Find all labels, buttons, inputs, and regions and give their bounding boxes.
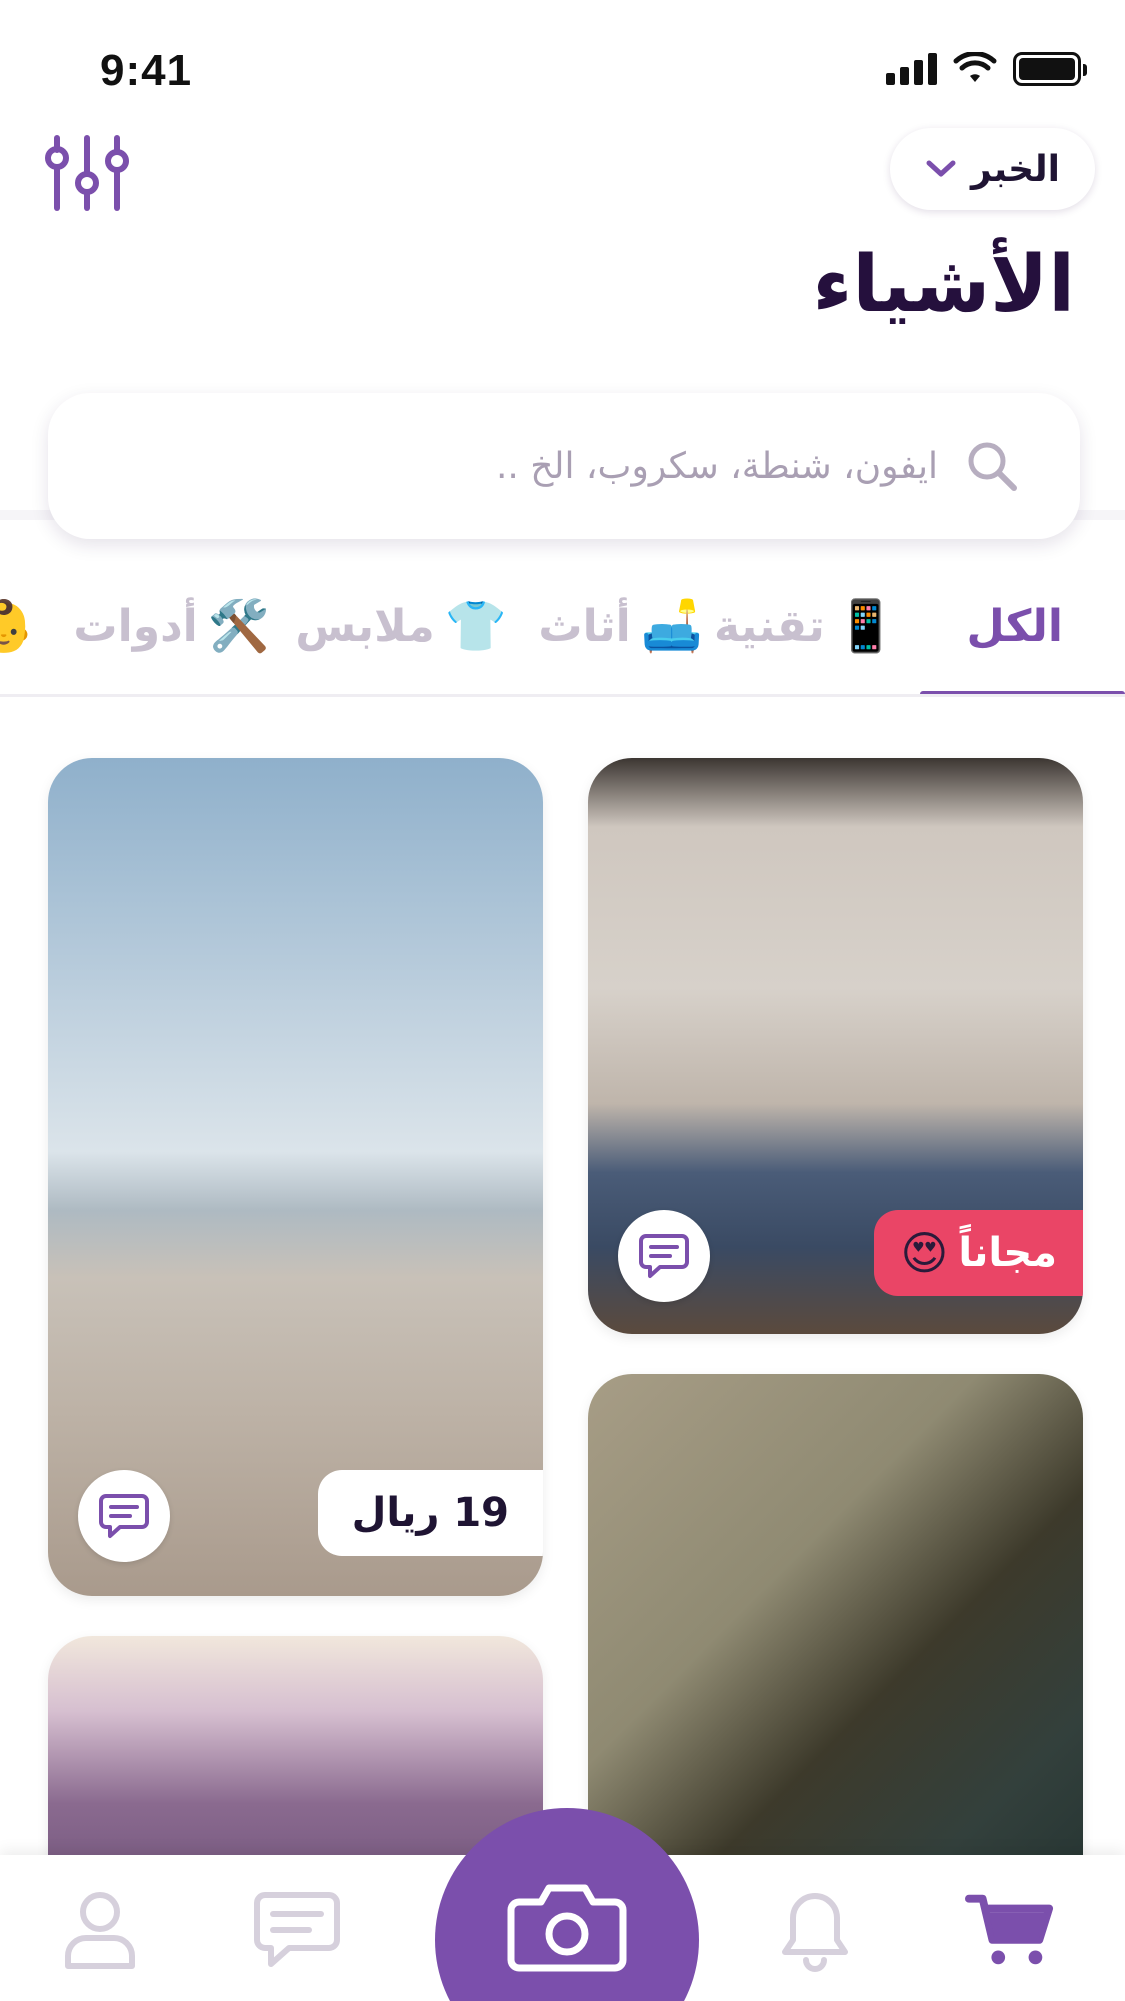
tab-label: ملابس — [295, 600, 435, 652]
chat-button[interactable] — [618, 1210, 710, 1302]
price-label: 19 ريال — [351, 1490, 509, 1536]
search-input[interactable]: ايفون، شنطة، سكروب، الخ .. — [48, 393, 1080, 539]
city-dropdown[interactable]: الخبر — [890, 128, 1095, 210]
city-dropdown-label: الخبر — [971, 148, 1060, 190]
phone-icon: 📱 — [834, 596, 897, 655]
chevron-down-icon — [926, 160, 956, 177]
battery-icon — [1013, 52, 1087, 86]
status-icons — [886, 52, 1087, 86]
profile-icon — [65, 1892, 135, 1969]
chat-button[interactable] — [78, 1470, 170, 1562]
tab-clothes[interactable]: 👕 ملابس — [295, 555, 507, 694]
nav-profile[interactable] — [55, 1885, 145, 1975]
search-icon — [968, 442, 1017, 491]
nav-cart[interactable] — [965, 1885, 1055, 1975]
listing-card[interactable]: مجاناً 😍 — [588, 758, 1083, 1334]
heart-eyes-icon: 😍 — [900, 1226, 949, 1280]
filter-button[interactable] — [40, 130, 135, 215]
tab-tech[interactable]: 📱 تقنية — [713, 555, 897, 694]
price-tag: 19 ريال — [317, 1470, 543, 1556]
free-badge: مجاناً 😍 — [874, 1210, 1083, 1296]
chat-icon — [254, 1892, 340, 1967]
tab-furniture[interactable]: 🛋️ أثاث — [538, 555, 703, 694]
tools-icon: 🛠️ — [207, 596, 270, 655]
tab-label: أثاث — [538, 600, 631, 652]
nav-notifications[interactable] — [770, 1885, 860, 1975]
bell-icon — [782, 1893, 848, 1972]
chat-icon — [99, 1494, 149, 1538]
sliders-icon — [45, 135, 129, 211]
cart-icon — [965, 1894, 1054, 1965]
tab-tools[interactable]: 🛠️ أدوات — [73, 555, 270, 694]
tab-label: أدوات — [73, 600, 198, 652]
wifi-icon — [953, 52, 997, 82]
active-tab-indicator — [920, 691, 1125, 694]
search-placeholder: ايفون، شنطة، سكروب، الخ .. — [495, 445, 938, 487]
free-label: مجاناً — [958, 1230, 1057, 1276]
tab-label: الكل — [966, 600, 1063, 652]
category-tabs: الكل 📱 تقنية 🛋️ أثاث 👕 ملابس 🛠️ أدوات 👶 — [0, 555, 1125, 697]
page-title: الأشياء — [812, 240, 1075, 330]
status-bar: 9:41 — [0, 0, 1125, 140]
chat-icon — [639, 1234, 689, 1278]
status-time: 9:41 — [100, 46, 193, 95]
tab-label: تقنية — [713, 600, 825, 652]
sofa-icon: 🛋️ — [640, 596, 703, 655]
baby-icon: 👶 — [0, 597, 35, 656]
tab-baby[interactable]: 👶 — [0, 555, 35, 694]
nav-messages[interactable] — [252, 1885, 342, 1975]
camera-icon — [507, 1884, 627, 1972]
shirt-icon: 👕 — [444, 596, 507, 655]
signal-icon — [886, 53, 937, 85]
listing-card[interactable]: 19 ريال — [48, 758, 543, 1596]
tab-all[interactable]: الكل — [966, 555, 1063, 694]
